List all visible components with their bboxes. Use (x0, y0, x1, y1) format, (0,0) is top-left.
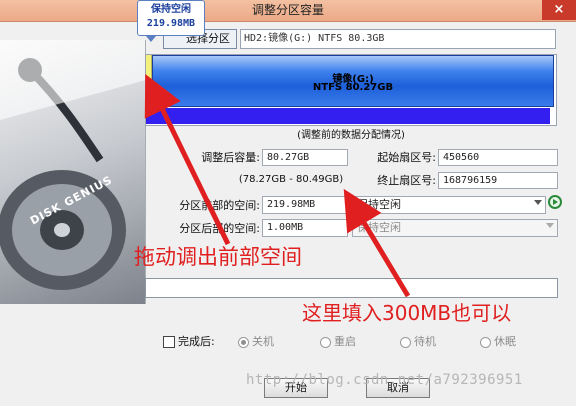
input-hint-annotation: 这里填入300MB也可以 (302, 301, 512, 325)
annotation-arrows (144, 74, 411, 298)
drag-arrow (144, 74, 231, 246)
input-arrow (343, 188, 411, 298)
drag-hint-annotation: 拖动调出前部空间 (134, 245, 302, 269)
